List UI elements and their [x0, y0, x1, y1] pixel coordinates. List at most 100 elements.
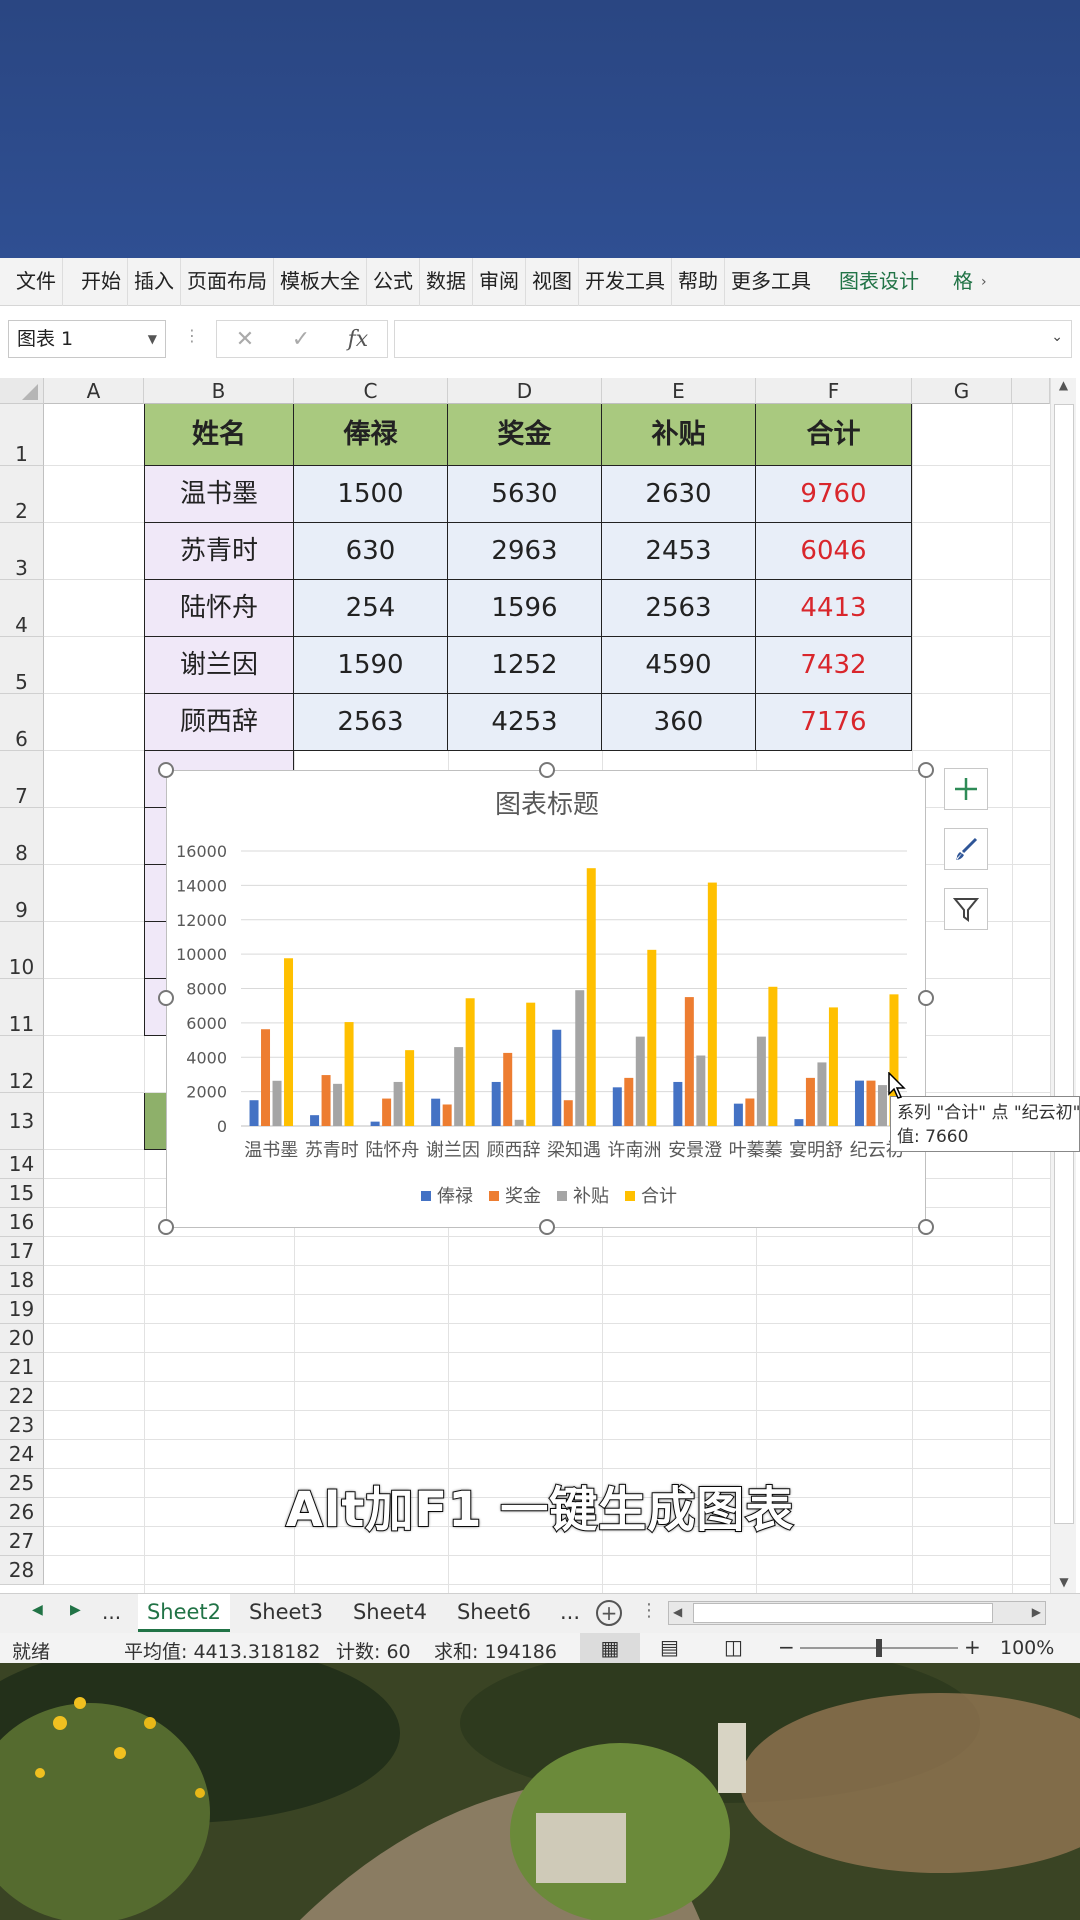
zoom-out-icon[interactable]: − [778, 1635, 795, 1659]
column-header-c[interactable]: C [294, 378, 448, 404]
table-cell[interactable]: 7176 [756, 694, 912, 751]
row-header[interactable]: 6 [0, 694, 44, 751]
row-header[interactable]: 13 [0, 1093, 44, 1150]
row-header[interactable]: 22 [0, 1382, 44, 1411]
table-cell[interactable]: 1596 [448, 580, 602, 637]
tab-help[interactable]: 帮助 [672, 258, 725, 306]
row-header[interactable]: 2 [0, 466, 44, 523]
row-header[interactable]: 28 [0, 1556, 44, 1585]
zoom-level[interactable]: 100% [1000, 1637, 1054, 1659]
splitter-handle-icon[interactable]: ⋮ [640, 1600, 658, 1621]
add-sheet-icon[interactable]: + [596, 1600, 622, 1626]
row-header[interactable]: 4 [0, 580, 44, 637]
vertical-scroll-thumb[interactable] [1054, 404, 1074, 1524]
scroll-right-icon[interactable]: ▶ [1032, 1605, 1041, 1619]
row-header[interactable]: 21 [0, 1353, 44, 1382]
row-header[interactable]: 18 [0, 1266, 44, 1295]
horizontal-scroll-thumb[interactable] [693, 1603, 993, 1623]
row-header[interactable]: 24 [0, 1440, 44, 1469]
sheet-tab-sheet4[interactable]: Sheet4 [344, 1594, 436, 1632]
row-header[interactable]: 5 [0, 637, 44, 694]
column-header-e[interactable]: E [602, 378, 756, 404]
table-header-cell[interactable]: 合计 [756, 404, 912, 466]
table-cell[interactable]: 顾西辞 [144, 694, 294, 751]
row-header[interactable]: 9 [0, 865, 44, 922]
vertical-scrollbar[interactable]: ▲ ▼ [1050, 378, 1076, 1593]
scroll-down-icon[interactable]: ▼ [1051, 1575, 1077, 1589]
tab-home[interactable]: 开始 [75, 258, 128, 306]
tab-formulas[interactable]: 公式 [367, 258, 420, 306]
sheet-tab-sheet6[interactable]: Sheet6 [448, 1594, 540, 1632]
table-cell[interactable]: 陆怀舟 [144, 580, 294, 637]
tab-page-layout[interactable]: 页面布局 [181, 258, 274, 306]
row-header[interactable]: 7 [0, 751, 44, 808]
row-header[interactable]: 14 [0, 1150, 44, 1179]
column-header-f[interactable]: F [756, 378, 912, 404]
chart-filters-button[interactable] [944, 888, 988, 930]
tab-format[interactable]: 格 [947, 258, 979, 306]
chevron-down-icon[interactable]: ▼ [148, 321, 157, 357]
table-cell[interactable]: 苏青时 [144, 523, 294, 580]
tab-developer[interactable]: 开发工具 [579, 258, 672, 306]
table-header-cell[interactable]: 奖金 [448, 404, 602, 466]
resize-handle[interactable] [158, 762, 174, 778]
tab-data[interactable]: 数据 [420, 258, 473, 306]
row-header[interactable]: 8 [0, 808, 44, 865]
tab-view[interactable]: 视图 [526, 258, 579, 306]
row-header[interactable]: 19 [0, 1295, 44, 1324]
tab-file[interactable]: 文件 [10, 258, 63, 306]
table-cell[interactable]: 温书墨 [144, 466, 294, 523]
chart-styles-button[interactable] [944, 828, 988, 870]
table-header-cell[interactable]: 俸禄 [294, 404, 448, 466]
row-header[interactable]: 23 [0, 1411, 44, 1440]
table-cell[interactable]: 2453 [602, 523, 756, 580]
row-header[interactable]: 15 [0, 1179, 44, 1208]
zoom-in-icon[interactable]: + [964, 1635, 981, 1659]
page-layout-view-icon[interactable]: ▤ [660, 1635, 679, 1659]
tab-insert[interactable]: 插入 [128, 258, 181, 306]
table-cell[interactable]: 谢兰因 [144, 637, 294, 694]
table-cell[interactable]: 4590 [602, 637, 756, 694]
page-break-view-icon[interactable]: ◫ [724, 1635, 743, 1659]
expand-formula-icon[interactable]: ⌄ [1051, 329, 1063, 345]
sheet-tab-sheet3[interactable]: Sheet3 [240, 1594, 332, 1632]
row-header[interactable]: 20 [0, 1324, 44, 1353]
resize-handle[interactable] [918, 762, 934, 778]
chart[interactable]: 图表标题 0 2000 4000 6000 8000 10000 12000 14000 1600… [166, 770, 926, 1228]
normal-view-icon[interactable]: ▦ [580, 1633, 640, 1663]
table-cell[interactable]: 2563 [602, 580, 756, 637]
scroll-up-icon[interactable]: ▲ [1051, 378, 1076, 392]
column-header-d[interactable]: D [448, 378, 602, 404]
row-header[interactable]: 11 [0, 979, 44, 1036]
table-cell[interactable]: 254 [294, 580, 448, 637]
row-header[interactable]: 3 [0, 523, 44, 580]
table-cell[interactable]: 360 [602, 694, 756, 751]
resize-handle[interactable] [539, 1219, 555, 1235]
sheet-tabs-more[interactable]: ... [548, 1594, 592, 1632]
table-cell[interactable]: 5630 [448, 466, 602, 523]
resize-handle[interactable] [158, 1219, 174, 1235]
resize-handle[interactable] [539, 762, 555, 778]
cancel-icon[interactable]: ✕ [236, 327, 254, 352]
drag-handle-icon[interactable]: ⋮ [184, 326, 200, 345]
table-cell[interactable]: 1252 [448, 637, 602, 694]
table-cell[interactable]: 1500 [294, 466, 448, 523]
table-cell[interactable]: 9760 [756, 466, 912, 523]
zoom-slider-thumb[interactable] [876, 1639, 882, 1657]
confirm-icon[interactable]: ✓ [292, 327, 310, 352]
tab-more-tools[interactable]: 更多工具 [725, 258, 817, 306]
table-cell[interactable]: 2563 [294, 694, 448, 751]
row-header[interactable]: 16 [0, 1208, 44, 1237]
table-header-cell[interactable]: 补贴 [602, 404, 756, 466]
select-all-corner[interactable] [0, 378, 44, 404]
resize-handle[interactable] [918, 990, 934, 1006]
formula-input[interactable]: ⌄ [394, 320, 1072, 358]
column-header-a[interactable]: A [44, 378, 144, 404]
horizontal-scrollbar[interactable]: ◀ ▶ [668, 1601, 1046, 1625]
table-cell[interactable]: 2963 [448, 523, 602, 580]
insert-function-icon[interactable]: fx [348, 327, 369, 352]
table-header-cell[interactable]: 姓名 [144, 404, 294, 466]
ribbon-scroll-right-icon[interactable]: › [981, 274, 987, 290]
prev-sheet-icon[interactable]: ◀ [32, 1602, 43, 1618]
table-cell[interactable]: 1590 [294, 637, 448, 694]
